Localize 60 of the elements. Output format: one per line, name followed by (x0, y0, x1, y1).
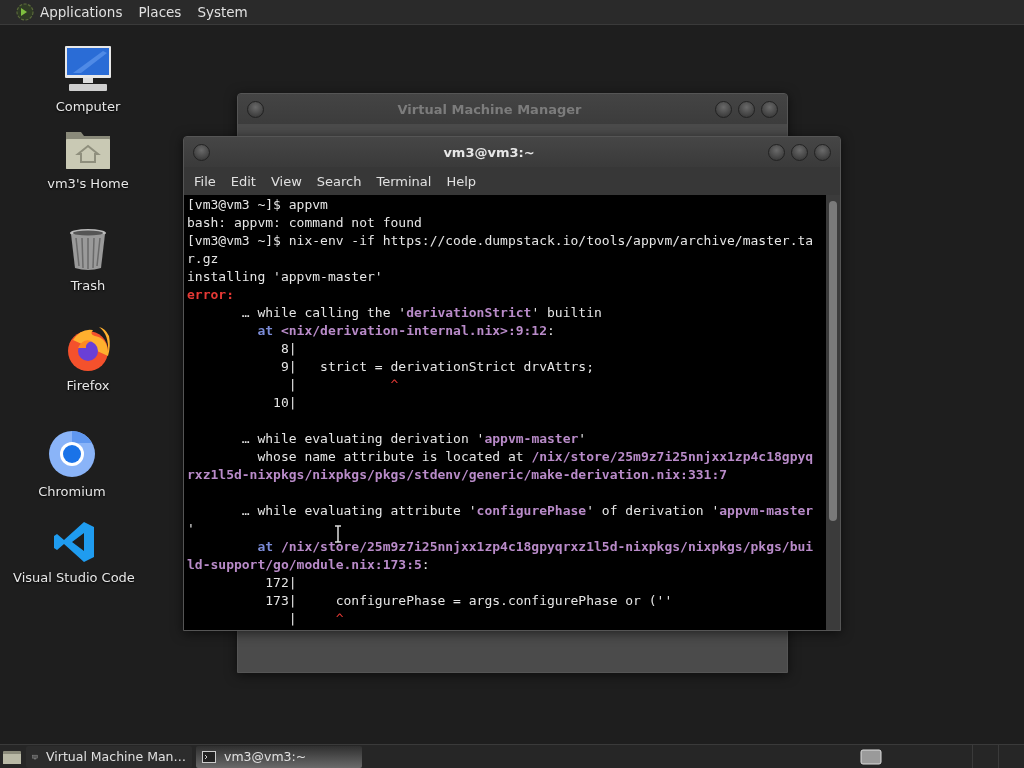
desktop-icon-label[interactable]: Chromium (38, 484, 106, 499)
monitor-icon[interactable] (63, 45, 113, 93)
ribbon-logo-icon[interactable] (52, 520, 96, 564)
window-menu-button[interactable] (247, 100, 264, 118)
close-button[interactable] (814, 143, 831, 161)
terminal-line: … while evaluating derivation 'appvm-master' (240, 430, 587, 448)
desktop-icon-label[interactable]: Computer (55, 99, 121, 114)
terminal-line: 173| configurePhase = args.configurePhase or ('' (264, 592, 673, 610)
window-title: vm3@vm3:~ (442, 144, 536, 160)
terminal-line: installing 'appvm-master' (187, 268, 383, 286)
panel-menu[interactable]: Places (138, 4, 182, 20)
menu-item[interactable]: Help (440, 173, 486, 189)
menu-item[interactable]: Search (310, 173, 371, 189)
desktop-icon-label[interactable]: Trash (70, 278, 106, 293)
terminal-line: r.gz (187, 250, 219, 268)
terminal-line: [vm3@vm3 ~]$ nix-env -if https://code.dumpstack.io/tools/appvm/archive/master.ta (187, 232, 814, 250)
terminal-line: 8| (279, 340, 297, 358)
terminal-line: ld-support/go/module.nix:173:5: (187, 556, 430, 574)
terminal-line: whose name attribute is located at /nix/store/25m9z7i25nnjxx1zp4c18gpyq (256, 448, 814, 466)
terminal-icon (202, 750, 216, 763)
menu-item[interactable]: View (264, 173, 311, 189)
terminal-line: at /nix/store/25m9z7i25nnjxx1zp4c18gpyqrxz1l5d-nixpkgs/nixpkgs/pkgs/bui (256, 538, 814, 556)
terminal-line: rxz1l5d-nixpkgs/nixpkgs/pkgs/stdenv/generic/make-derivation.nix:331:7 (187, 466, 728, 484)
menu-item[interactable]: File (188, 173, 225, 189)
window-menu-button[interactable] (193, 143, 210, 161)
ring-circle-icon[interactable] (48, 430, 96, 478)
minimize-button[interactable] (715, 100, 732, 118)
desktop-icon-label[interactable]: Visual Studio Code (13, 570, 135, 585)
terminal-line: | ^ (287, 376, 399, 394)
desktop-icon-label[interactable]: vm3's Home (47, 176, 129, 191)
menu-item[interactable]: Edit (224, 173, 265, 189)
minimize-button[interactable] (768, 143, 785, 161)
taskbar-button[interactable]: Virtual Machine Man… (26, 745, 192, 768)
terminal-line: 10| (272, 394, 297, 412)
terminal-line: [vm3@vm3 ~]$ appvm (187, 196, 328, 214)
terminal-line: bash: appvm: command not found (187, 214, 422, 232)
terminal-line: at <nix/derivation-internal.nix>:9:12: (256, 322, 555, 340)
flame-circle-icon[interactable] (65, 326, 111, 372)
menu-item[interactable]: Terminal (370, 173, 441, 189)
panel-menu[interactable]: Applications (40, 4, 123, 20)
workspace-icon[interactable] (860, 748, 882, 765)
maximize-button[interactable] (738, 100, 755, 118)
terminal-line: error: (187, 286, 234, 304)
terminal-line: ' (187, 520, 195, 538)
panel-menu[interactable]: System (197, 4, 248, 20)
window-title: Virtual Machine Manager (396, 101, 583, 117)
maximize-button[interactable] (791, 143, 808, 161)
scroll-thumb[interactable] (829, 201, 837, 521)
panel-logo-icon[interactable] (16, 3, 34, 21)
desktop-icon-label[interactable]: Firefox (66, 378, 110, 393)
terminal-line: | ^ (287, 610, 344, 628)
scrollbar[interactable] (826, 195, 840, 630)
terminal-line: 9| strict = derivationStrict drvAttrs; (279, 358, 594, 376)
terminal-line: … while calling the 'derivationStrict' builtin (240, 304, 602, 322)
terminal-line: … while evaluating attribute 'configurePhase' of derivation 'appvm-master (240, 502, 814, 520)
terminal-line: 172| (264, 574, 297, 592)
text-cursor-icon (334, 525, 342, 543)
close-button[interactable] (761, 100, 778, 118)
taskbar-button[interactable]: vm3@vm3:~ (196, 745, 362, 768)
trash-icon[interactable] (68, 228, 108, 272)
